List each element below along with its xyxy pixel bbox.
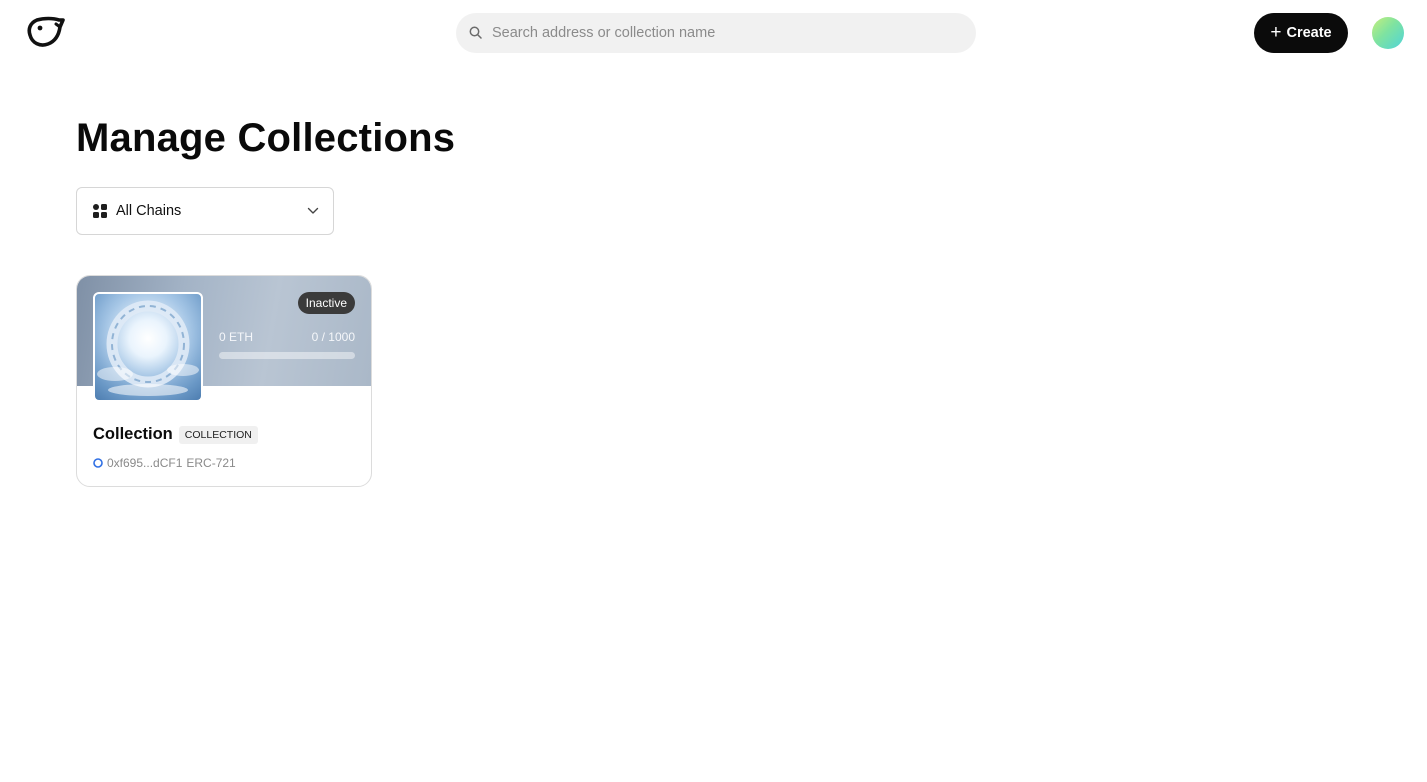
collection-minted: 0 / 1000 xyxy=(311,330,355,344)
create-button[interactable]: + Create xyxy=(1254,13,1348,53)
grid-icon xyxy=(93,204,107,218)
search-input[interactable] xyxy=(492,13,976,53)
chain-filter-dropdown[interactable]: All Chains xyxy=(76,187,334,235)
page-title: Manage Collections xyxy=(76,116,456,160)
collection-thumbnail xyxy=(93,292,203,402)
token-standard: ERC-721 xyxy=(186,456,236,470)
search-icon xyxy=(469,26,483,40)
mint-progress-bar xyxy=(219,352,355,359)
avatar[interactable] xyxy=(1372,17,1404,49)
collection-price: 0 ETH xyxy=(219,330,254,344)
collection-card[interactable]: Inactive 0 ETH 0 / 1000 Collection COLLE… xyxy=(76,275,372,487)
collection-name-row: Collection COLLECTION xyxy=(93,425,258,444)
chain-circle-icon xyxy=(93,458,103,468)
chain-filter-value: All Chains xyxy=(116,203,182,219)
top-bar: + Create xyxy=(0,0,1427,66)
collection-meta: 0xf695...dCF1 ERC-721 xyxy=(93,456,236,470)
collection-type-tag: COLLECTION xyxy=(178,425,258,444)
plus-icon: + xyxy=(1270,21,1282,43)
bird-logo-icon[interactable] xyxy=(26,16,66,50)
collection-name: Collection xyxy=(93,425,173,443)
search-bar[interactable] xyxy=(456,13,976,53)
collection-stats: 0 ETH 0 / 1000 xyxy=(219,330,355,344)
contract-address[interactable]: 0xf695...dCF1 xyxy=(107,456,182,470)
status-badge: Inactive xyxy=(297,292,355,314)
chevron-down-icon xyxy=(307,207,319,215)
create-button-label: Create xyxy=(1286,25,1332,41)
